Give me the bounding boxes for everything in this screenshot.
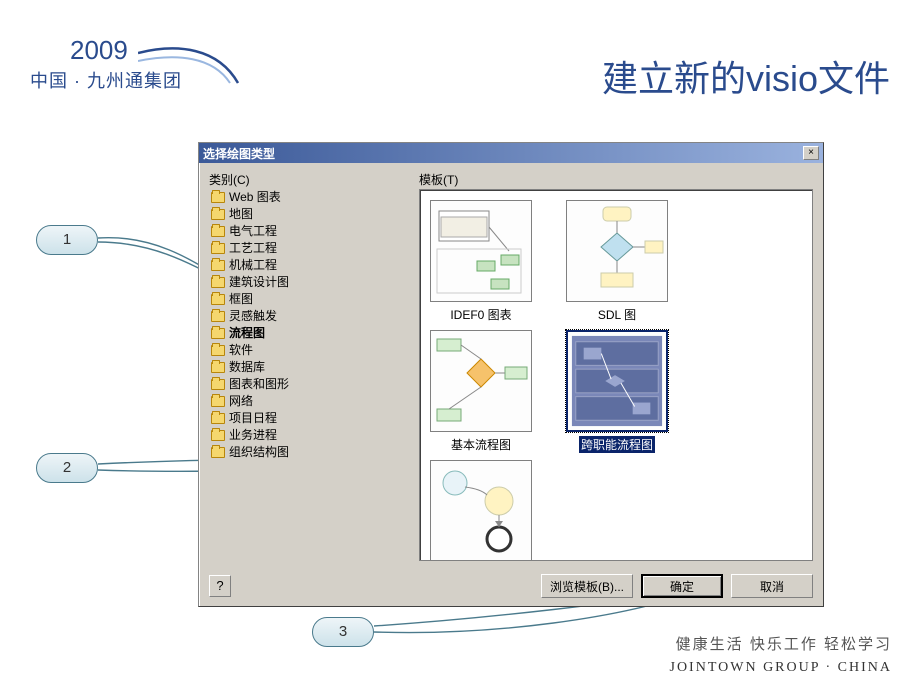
category-item[interactable]: 电气工程 — [209, 223, 409, 240]
template-thumbnail — [430, 200, 532, 302]
dialog-title: 选择绘图类型 — [203, 145, 275, 162]
category-item[interactable]: Web 图表 — [209, 189, 409, 206]
folder-icon — [211, 430, 225, 441]
slide-header: 2009 中国 · 九州通集团 建立新的visio文件 — [30, 35, 890, 105]
category-label: 数据库 — [229, 359, 265, 376]
choose-drawing-type-dialog: 选择绘图类型 × 类别(C) 模板(T) Web 图表 地图 电气工程 工艺工程… — [198, 142, 824, 607]
dialog-body: 类别(C) 模板(T) Web 图表 地图 电气工程 工艺工程 机械工程 建筑设… — [199, 163, 823, 606]
category-label: 项目日程 — [229, 410, 277, 427]
category-label: 图表和图形 — [229, 376, 289, 393]
footer-slogan-en: JOINTOWN GROUP · CHINA — [670, 660, 893, 676]
folder-icon — [211, 447, 225, 458]
folder-icon — [211, 209, 225, 220]
folder-icon — [211, 379, 225, 390]
category-label: 工艺工程 — [229, 240, 277, 257]
category-label: 地图 — [229, 206, 253, 223]
template-caption: 基本流程图 — [451, 438, 511, 452]
ok-button[interactable]: 确定 — [641, 574, 723, 598]
category-item[interactable]: 机械工程 — [209, 257, 409, 274]
logo-year: 2009 — [70, 35, 128, 66]
category-label: 框图 — [229, 291, 253, 308]
category-label: 流程图 — [229, 325, 265, 342]
folder-icon — [211, 294, 225, 305]
category-item[interactable]: 软件 — [209, 342, 409, 359]
category-label: 业务进程 — [229, 427, 277, 444]
category-label: 组织结构图 — [229, 444, 289, 461]
category-label: 灵感触发 — [229, 308, 277, 325]
cancel-button[interactable]: 取消 — [731, 574, 813, 598]
category-item[interactable]: 灵感触发 — [209, 308, 409, 325]
category-item[interactable]: 流程图 — [209, 325, 409, 342]
category-label: 电气工程 — [229, 223, 277, 240]
category-label: 建筑设计图 — [229, 274, 289, 291]
dialog-titlebar[interactable]: 选择绘图类型 × — [199, 143, 823, 163]
template-item[interactable]: 基本流程图 — [428, 330, 534, 454]
template-thumbnail — [430, 330, 532, 432]
category-item[interactable]: 地图 — [209, 206, 409, 223]
folder-icon — [211, 396, 225, 407]
footer-slogan-cn: 健康生活 快乐工作 轻松学习 — [676, 633, 892, 654]
folder-icon — [211, 226, 225, 237]
help-button[interactable]: ? — [209, 575, 231, 597]
template-item[interactable]: 数据流图表 — [428, 460, 534, 561]
callout-3: 3 — [312, 617, 374, 647]
category-label: 软件 — [229, 342, 253, 359]
folder-icon — [211, 311, 225, 322]
template-caption: 跨职能流程图 — [579, 436, 655, 453]
template-item[interactable]: 跨职能流程图 — [564, 330, 670, 454]
template-caption: IDEF0 图表 — [450, 308, 511, 322]
category-item[interactable]: 工艺工程 — [209, 240, 409, 257]
folder-icon — [211, 277, 225, 288]
folder-icon — [211, 260, 225, 271]
folder-icon — [211, 243, 225, 254]
folder-icon — [211, 328, 225, 339]
category-item[interactable]: 建筑设计图 — [209, 274, 409, 291]
logo-swoosh-icon — [138, 43, 248, 91]
folder-icon — [211, 192, 225, 203]
template-panel: IDEF0 图表 SDL 图 基本流程图 跨职能流程图 数据流图表 — [419, 189, 813, 561]
template-item[interactable]: IDEF0 图表 — [428, 200, 534, 324]
category-label: 网络 — [229, 393, 253, 410]
folder-icon — [211, 413, 225, 424]
category-section-label: 类别(C) — [209, 171, 250, 188]
template-item[interactable]: SDL 图 — [564, 200, 670, 324]
folder-icon — [211, 345, 225, 356]
callout-1: 1 — [36, 225, 98, 255]
category-item[interactable]: 网络 — [209, 393, 409, 410]
template-thumbnail — [430, 460, 532, 561]
category-item[interactable]: 组织结构图 — [209, 444, 409, 461]
template-section-label: 模板(T) — [419, 171, 458, 188]
category-label: Web 图表 — [229, 189, 281, 206]
category-item[interactable]: 数据库 — [209, 359, 409, 376]
template-grid: IDEF0 图表 SDL 图 基本流程图 跨职能流程图 数据流图表 — [428, 200, 804, 561]
browse-templates-button[interactable]: 浏览模板(B)... — [541, 574, 633, 598]
dialog-button-row: ? 浏览模板(B)... 确定 取消 — [209, 574, 813, 598]
template-thumbnail — [566, 200, 668, 302]
template-caption: SDL 图 — [598, 308, 636, 322]
category-item[interactable]: 项目日程 — [209, 410, 409, 427]
category-item[interactable]: 业务进程 — [209, 427, 409, 444]
folder-icon — [211, 362, 225, 373]
page-title: 建立新的visio文件 — [602, 50, 890, 102]
category-item[interactable]: 框图 — [209, 291, 409, 308]
category-item[interactable]: 图表和图形 — [209, 376, 409, 393]
close-icon[interactable]: × — [803, 146, 819, 160]
category-list: Web 图表 地图 电气工程 工艺工程 机械工程 建筑设计图 框图 灵感触发 流… — [209, 189, 409, 461]
template-thumbnail — [566, 330, 668, 432]
category-label: 机械工程 — [229, 257, 277, 274]
callout-2: 2 — [36, 453, 98, 483]
